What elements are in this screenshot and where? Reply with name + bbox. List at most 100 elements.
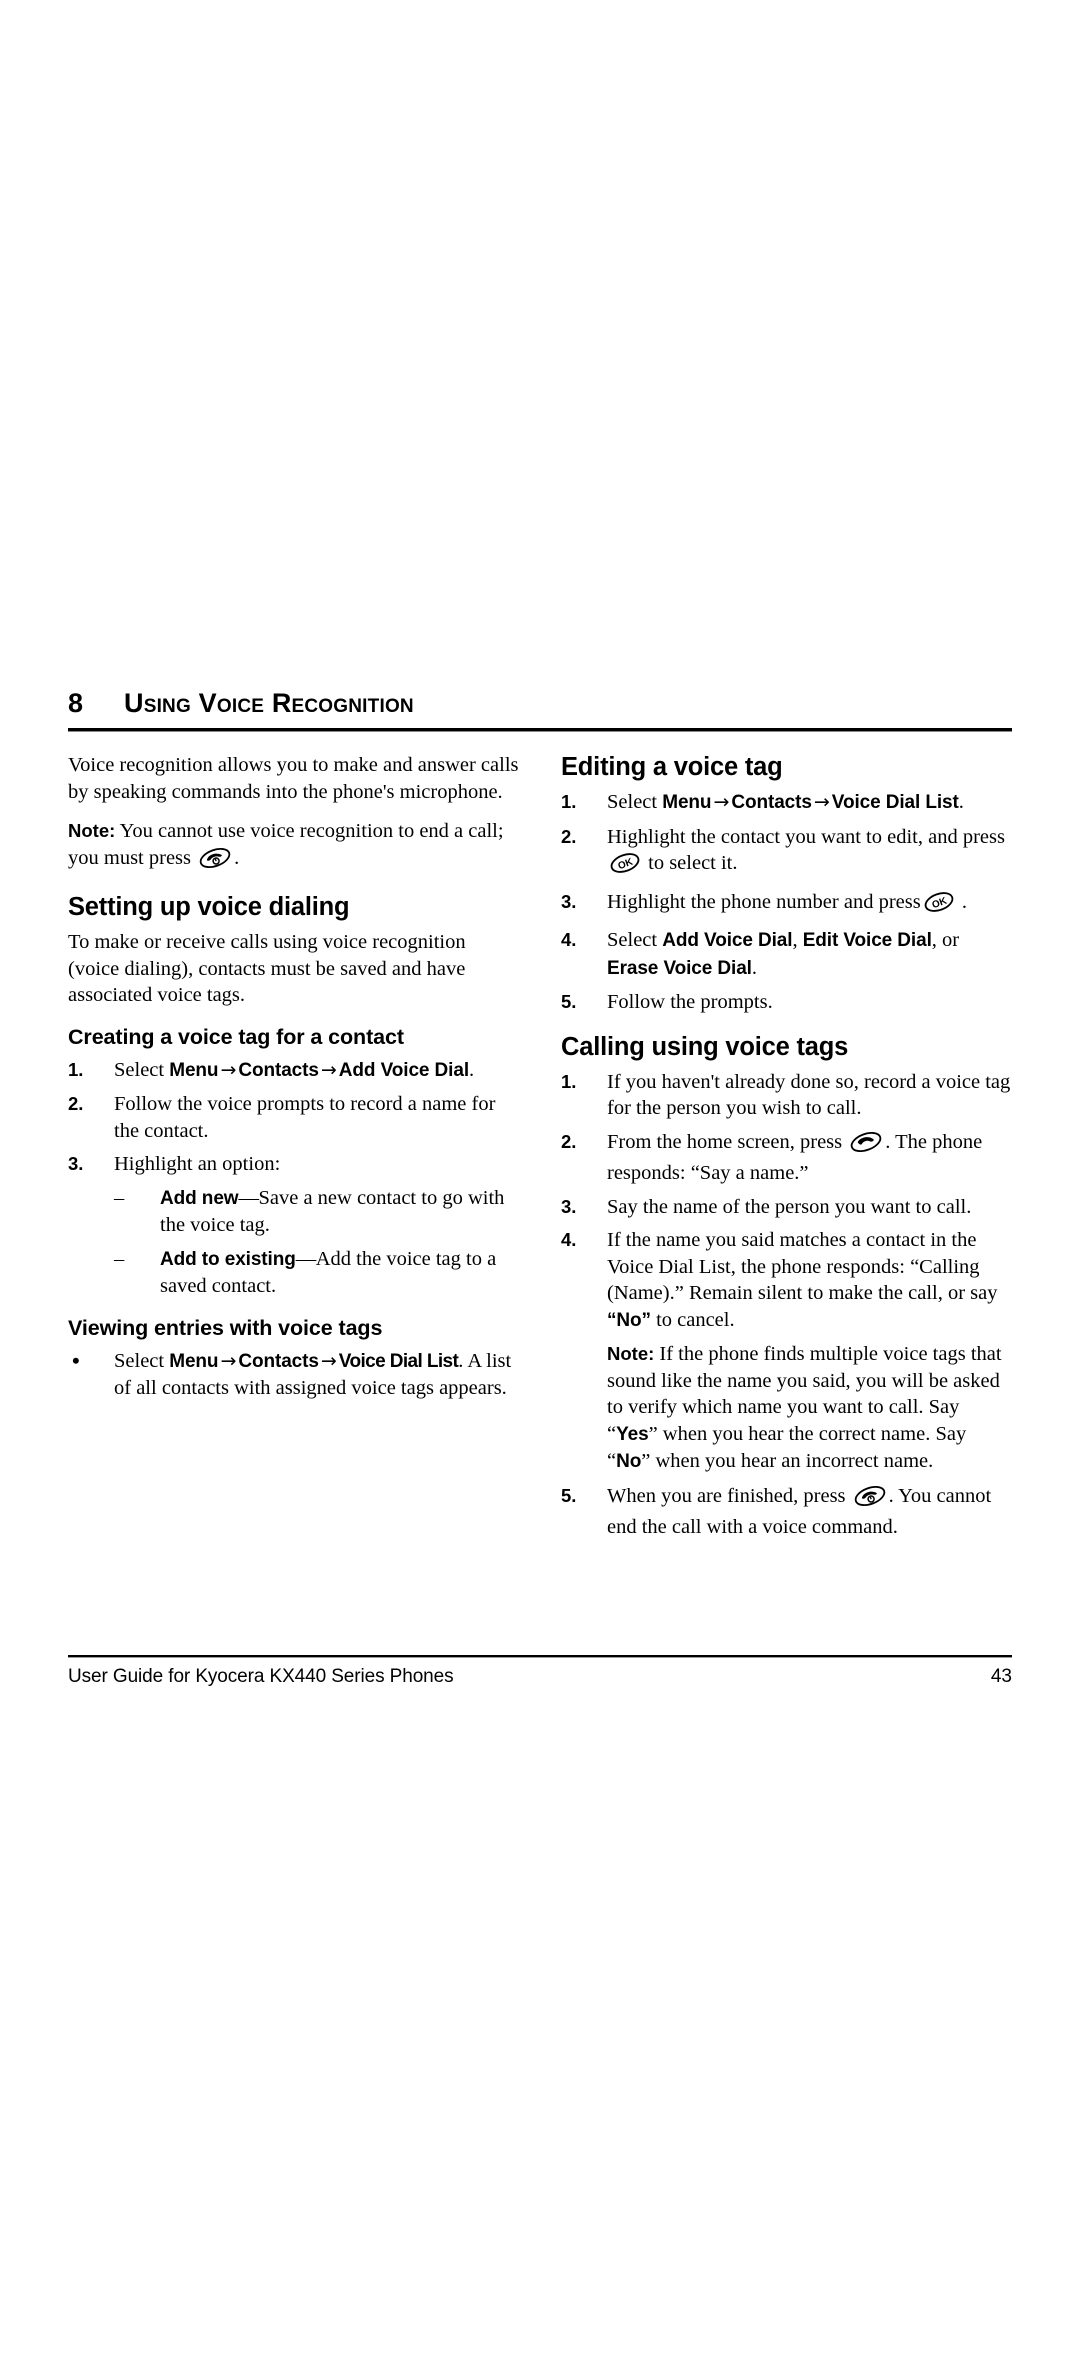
- or-word: or: [942, 929, 960, 951]
- step-number: 1.: [68, 1058, 84, 1080]
- page-footer: User Guide for Kyocera KX440 Series Phon…: [68, 1655, 1012, 1688]
- menu-path-item: Menu: [662, 792, 712, 813]
- step-item: 1. Select Menu → Contacts → Add Voice Dial.: [68, 1057, 519, 1085]
- footer-row: User Guide for Kyocera KX440 Series Phon…: [68, 1666, 1012, 1688]
- heading-creating-voice-tag: Creating a voice tag for a contact: [68, 1024, 404, 1049]
- calling-voice-tags-steps: 1. If you haven't already done so, recor…: [561, 1069, 1012, 1541]
- step-item: 3. Say the name of the person you want t…: [561, 1194, 1012, 1221]
- svg-text:OK: OK: [617, 856, 636, 872]
- arrow-icon: →: [320, 1349, 337, 1372]
- step-number: 5.: [561, 991, 577, 1012]
- step-item: 5. Follow the prompts.: [561, 989, 1012, 1016]
- step-item: 2. Follow the voice prompts to record a …: [68, 1091, 519, 1144]
- step-number: 2.: [561, 825, 577, 847]
- footer-divider: [68, 1655, 1012, 1658]
- step-number: 2.: [68, 1093, 84, 1114]
- chapter-number: 8: [68, 688, 84, 718]
- note-paragraph: Note: You cannot use voice recognition t…: [68, 818, 519, 876]
- step-text-before-icon: Highlight the phone number and press: [607, 890, 921, 913]
- step-item: 3. Highlight an option:: [68, 1151, 519, 1178]
- step-item: 3. Highlight the phone number and press …: [561, 889, 1012, 921]
- step-text: Select Menu → Contacts → Add Voice Dial.: [114, 1059, 474, 1081]
- step-text: From the home screen, press . The phone …: [607, 1131, 982, 1185]
- step-number: 4.: [561, 929, 577, 950]
- end-call-key-icon: [198, 847, 232, 877]
- bullet-text: Select Menu → Contacts → Voice Dial List. A …: [114, 1350, 511, 1400]
- ok-key-icon: OK: [609, 852, 641, 882]
- menu-path-item: Voice Dial List: [338, 1350, 459, 1372]
- menu-path-item: Menu: [169, 1350, 219, 1372]
- menu-path-item: Menu: [169, 1059, 219, 1081]
- step-number: 3.: [561, 1195, 577, 1217]
- select-word: Select: [607, 929, 658, 951]
- step-number: 4.: [561, 1229, 577, 1250]
- step-text: If the name you said matches a contact i…: [607, 1229, 998, 1331]
- option-text: Add to existing—Add the voice tag to a s…: [160, 1248, 496, 1298]
- chapter-title: Using Voice Recognition: [124, 688, 414, 718]
- list-item: – Add new—Save a new contact to go with …: [114, 1185, 519, 1239]
- highlight-option-list: – Add new—Save a new contact to go with …: [68, 1185, 519, 1300]
- two-column-layout: Voice recognition allows you to make and…: [68, 752, 1012, 1548]
- chapter-heading: 8 Using Voice Recognition: [68, 690, 1012, 721]
- step-text-before-icon: Highlight the contact you want to edit, …: [607, 825, 1005, 848]
- menu-path-item: Contacts: [731, 792, 812, 813]
- intro-paragraph: Voice recognition allows you to make and…: [68, 754, 519, 803]
- menu-path-item: Contacts: [238, 1350, 319, 1372]
- list-item: – Add to existing—Add the voice tag to a…: [114, 1246, 519, 1300]
- heading-calling-using-voice-tags: Calling using voice tags: [561, 1032, 849, 1061]
- end-call-key-icon: [853, 1485, 887, 1515]
- yes-label: Yes: [616, 1423, 649, 1445]
- step-number: 3.: [68, 1153, 84, 1174]
- option-label: Add to existing: [160, 1248, 296, 1270]
- footer-guide-title: User Guide for Kyocera KX440 Series Phon…: [68, 1666, 454, 1687]
- step-text: Follow the prompts.: [607, 991, 773, 1013]
- em-dash: —: [238, 1186, 259, 1209]
- note-label: Note:: [68, 820, 116, 841]
- step-text: When you are finished, press . You canno…: [607, 1485, 991, 1539]
- page-content: 8 Using Voice Recognition Voice recognit…: [68, 690, 1012, 1548]
- menu-path-item: Voice Dial List: [831, 792, 959, 813]
- step-text: Select Add Voice Dial, Edit Voice Dial, …: [607, 929, 960, 979]
- no-label: “No”: [607, 1309, 651, 1331]
- arrow-icon: →: [220, 1349, 237, 1372]
- editing-voice-tag-steps: 1. Select Menu → Contacts → Voice Dial List.…: [561, 789, 1012, 1016]
- step-item: 1. Select Menu → Contacts → Voice Dial List.: [561, 789, 1012, 817]
- option-label: Erase Voice Dial: [607, 957, 752, 979]
- menu-path-item: Add Voice Dial: [338, 1059, 469, 1081]
- em-dash: —: [295, 1247, 317, 1270]
- dash-marker: –: [114, 1186, 125, 1209]
- no-label: No: [616, 1451, 642, 1472]
- send-call-key-icon: [849, 1131, 883, 1161]
- note-text-part3: ” when you hear an incorrect name.: [641, 1450, 934, 1472]
- period: .: [751, 956, 757, 979]
- option-label: Add Voice Dial: [662, 930, 793, 951]
- step-item: 1. If you haven't already done so, recor…: [561, 1069, 1012, 1122]
- step-text-after-icon: .: [961, 890, 967, 913]
- step-text: Highlight the contact you want to edit, …: [607, 826, 1005, 875]
- arrow-icon: →: [220, 1058, 237, 1081]
- select-word: Select: [114, 1349, 165, 1372]
- list-item: • Select Menu → Contacts → Voice Dial List. …: [68, 1348, 519, 1402]
- option-text: Add new—Save a new contact to go with th…: [160, 1187, 504, 1237]
- ok-key-icon: OK: [923, 891, 955, 921]
- step-text: Highlight the phone number and press OK …: [607, 891, 967, 913]
- period: .: [958, 791, 964, 813]
- note-text-end: .: [234, 846, 240, 869]
- heading-viewing-entries: Viewing entries with voice tags: [68, 1315, 383, 1340]
- option-label: Add new: [160, 1187, 239, 1209]
- step-item: 2. Highlight the contact you want to edi…: [561, 824, 1012, 882]
- step-number: 3.: [561, 890, 577, 912]
- viewing-entries-list: • Select Menu → Contacts → Voice Dial List. …: [68, 1348, 519, 1402]
- arrow-icon: →: [320, 1058, 337, 1081]
- svg-text:OK: OK: [930, 895, 949, 911]
- step-item: 4. Select Add Voice Dial, Edit Voice Dia…: [561, 927, 1012, 982]
- bullet-marker: •: [72, 1347, 80, 1373]
- step-text: Select Menu → Contacts → Voice Dial List.: [607, 791, 964, 813]
- heading-divider: [68, 728, 1012, 732]
- step-text: If you haven't already done so, record a…: [607, 1070, 1011, 1120]
- right-column: Editing a voice tag 1. Select Menu → Conta…: [561, 752, 1012, 1548]
- period: .: [469, 1058, 475, 1081]
- arrow-icon: →: [813, 791, 830, 813]
- step-text: Highlight an option:: [114, 1153, 281, 1175]
- step-text-part1: If the name you said matches a contact i…: [607, 1229, 998, 1304]
